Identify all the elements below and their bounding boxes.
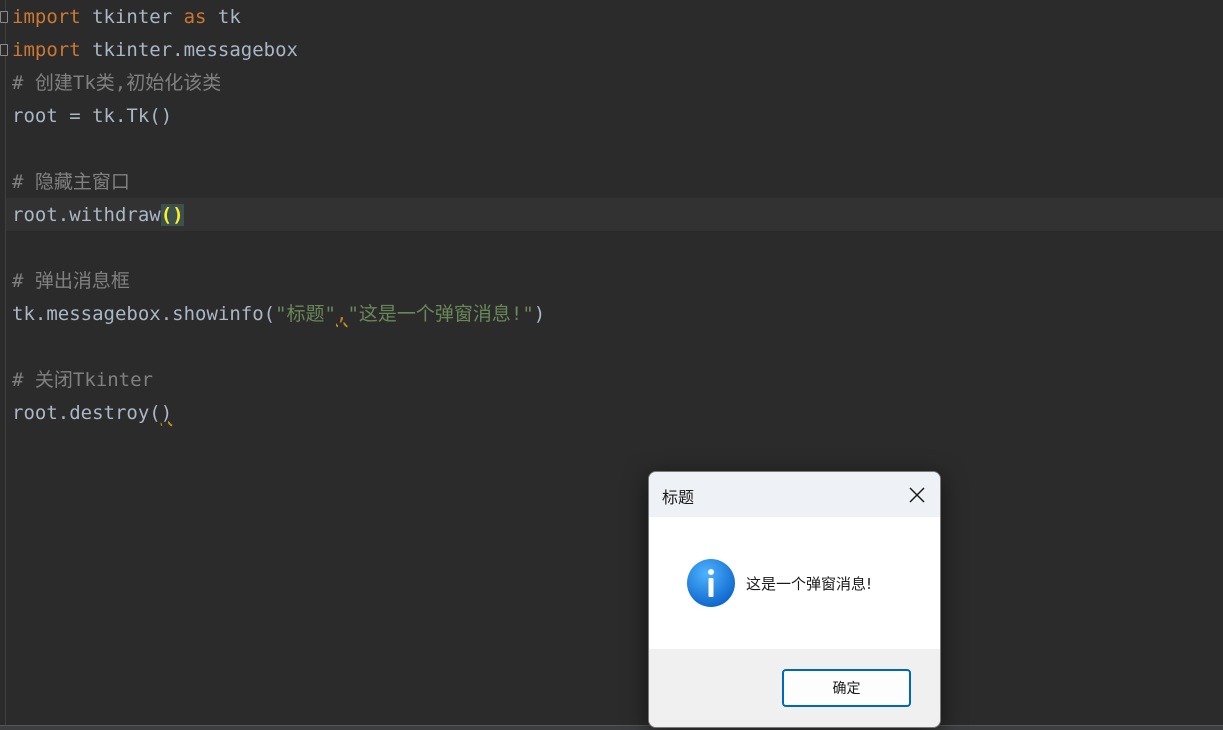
code-line-12[interactable]: # 关闭Tkinter [12,364,153,397]
string-message: "这是一个弹窗消息!" [347,303,534,325]
module-name: tkinter.messagebox [80,39,298,61]
keyword-import: import [12,6,81,28]
code-line-7[interactable]: root.withdraw() [12,199,184,232]
code-line-13[interactable]: root.destroy() [12,397,172,430]
call-destroy: root.destroy( [12,402,161,424]
current-line-highlight [6,198,1223,231]
code-line-4[interactable]: root = tk.Tk() [12,100,172,133]
code-line-1[interactable]: import tkinter as tk [12,1,241,34]
keyword-as: as [183,6,207,28]
module-alias: tk [206,6,241,28]
keyword-import: import [12,39,81,61]
call-withdraw: root.withdraw [12,204,161,226]
fold-start-icon[interactable] [0,11,8,23]
code-line-2[interactable]: import tkinter.messagebox [12,34,298,67]
dialog-titlebar[interactable]: 标题 [649,472,940,517]
comma-warning: , [336,303,348,325]
info-icon [687,559,735,607]
close-button[interactable] [902,480,932,510]
horizontal-scrollbar[interactable] [0,725,1223,730]
dialog-body: 这是一个弹窗消息! [649,517,940,649]
gutter-divider [5,0,6,730]
message-dialog: 标题 这是一个弹窗消息! 确定 [648,471,941,728]
close-icon [909,487,925,503]
code-line-6[interactable]: # 隐藏主窗口 [12,166,130,199]
module-name: tkinter [80,6,184,28]
string-title: "标题" [275,303,336,325]
ok-button[interactable]: 确定 [782,669,911,707]
call-showinfo: tk.messagebox.showinfo( [12,303,276,325]
code-line-10[interactable]: tk.messagebox.showinfo("标题","这是一个弹窗消息!") [12,298,545,331]
fold-end-icon[interactable] [0,44,8,56]
dialog-title: 标题 [662,488,695,507]
close-paren-warning: ) [160,402,173,424]
close-paren: ) [533,303,546,325]
code-editor[interactable]: import tkinter as tk import tkinter.mess… [0,0,1223,730]
code-line-9[interactable]: # 弹出消息框 [12,265,130,298]
dialog-footer: 确定 [649,649,940,727]
matched-brackets: () [160,204,184,226]
code-line-3[interactable]: # 创建Tk类,初始化该类 [12,67,221,100]
dialog-message: 这是一个弹窗消息! [746,575,873,593]
